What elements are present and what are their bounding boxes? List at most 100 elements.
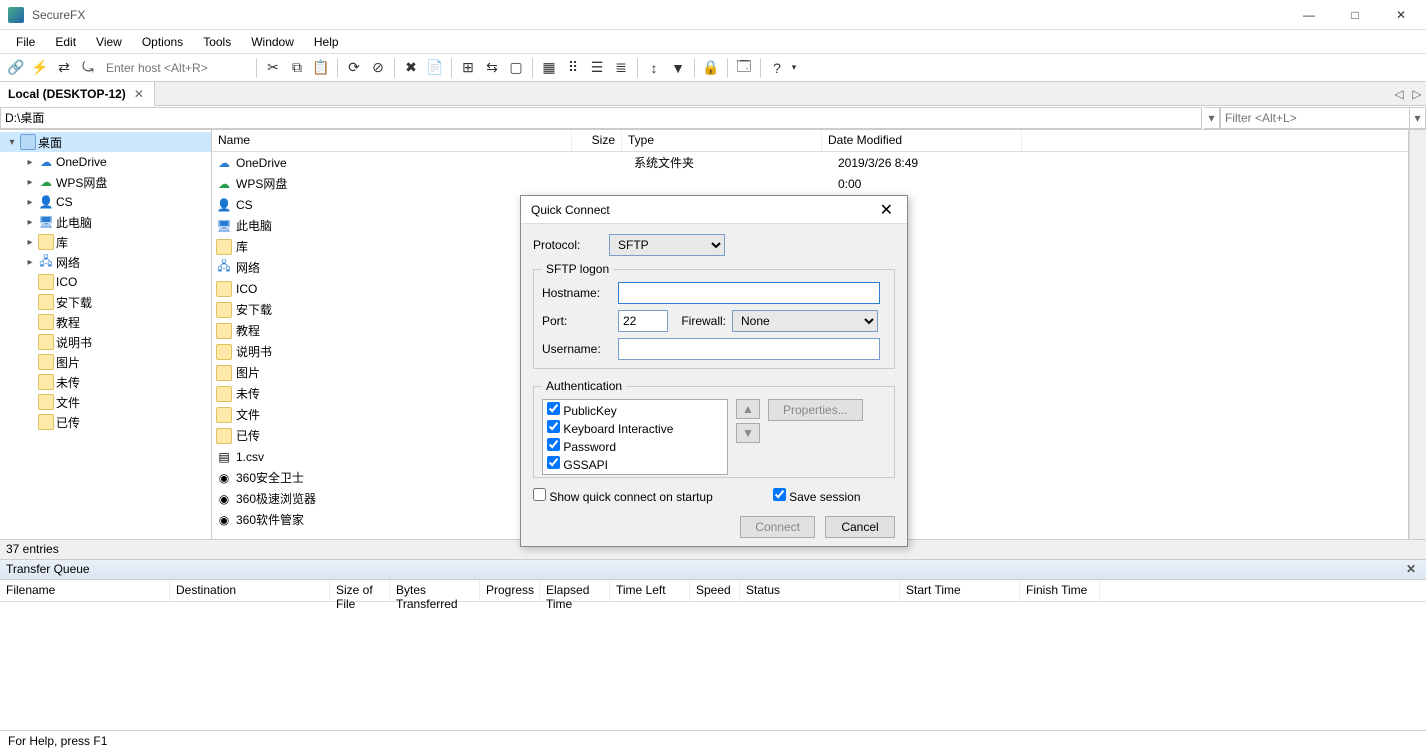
tab-next-icon[interactable]: ▷: [1408, 87, 1426, 101]
tree-item[interactable]: ICO: [0, 272, 211, 292]
tq-col[interactable]: Start Time: [900, 580, 1020, 601]
sftp-logon-group: SFTP logon Hostname: Port: Firewall: Non…: [533, 262, 895, 369]
firewall-select[interactable]: None: [732, 310, 878, 332]
maximize-button[interactable]: □: [1332, 0, 1378, 30]
tree-item[interactable]: ▸库: [0, 232, 211, 252]
file-row[interactable]: ☁OneDrive系统文件夹2019/3/26 8:49: [212, 152, 1408, 173]
list-icon[interactable]: ☰: [585, 56, 609, 80]
menu-view[interactable]: View: [86, 31, 132, 53]
tq-col[interactable]: Size of File: [330, 580, 390, 601]
filter-icon[interactable]: ▼: [666, 56, 690, 80]
auth-method-item[interactable]: Keyboard Interactive: [547, 420, 723, 438]
col-size[interactable]: Size: [572, 130, 622, 151]
refresh-icon[interactable]: ⟳: [342, 56, 366, 80]
path-input[interactable]: [0, 107, 1202, 129]
paste-icon[interactable]: 📋: [309, 56, 333, 80]
copy-icon[interactable]: ⧉: [285, 56, 309, 80]
reconnect-icon[interactable]: ⇄: [52, 56, 76, 80]
help-icon[interactable]: ?: [765, 56, 789, 80]
stop-icon[interactable]: ⊘: [366, 56, 390, 80]
tq-col[interactable]: Status: [740, 580, 900, 601]
tree-item[interactable]: ▾桌面: [0, 132, 211, 152]
settings-icon[interactable]: 🗔: [732, 56, 756, 80]
move-down-button[interactable]: ▼: [736, 423, 760, 443]
protocol-select[interactable]: SFTP: [609, 234, 725, 256]
properties-button[interactable]: Properties...: [768, 399, 863, 421]
tq-col[interactable]: Elapsed Time: [540, 580, 610, 601]
minimize-button[interactable]: —: [1286, 0, 1332, 30]
move-up-button[interactable]: ▲: [736, 399, 760, 419]
menu-help[interactable]: Help: [304, 31, 349, 53]
dialog-close-icon[interactable]: ✕: [876, 200, 897, 220]
tree-item[interactable]: 说明书: [0, 332, 211, 352]
sync-icon[interactable]: ⇆: [480, 56, 504, 80]
hostname-input[interactable]: [618, 282, 880, 304]
tree-item[interactable]: 已传: [0, 412, 211, 432]
menu-edit[interactable]: Edit: [45, 31, 86, 53]
auth-methods-list[interactable]: PublicKey Keyboard Interactive Password …: [542, 399, 728, 475]
cut-icon[interactable]: ✂: [261, 56, 285, 80]
auth-method-item[interactable]: GSSAPI: [547, 456, 723, 474]
filter-input[interactable]: [1220, 107, 1410, 129]
cancel-button[interactable]: Cancel: [825, 516, 895, 538]
tq-col[interactable]: Filename: [0, 580, 170, 601]
folder-tree[interactable]: ▾桌面▸☁OneDrive▸☁WPS网盘▸👤CS▸🖥此电脑▸库▸🖧网络ICO安下…: [0, 130, 212, 539]
menu-window[interactable]: Window: [241, 31, 304, 53]
port-input[interactable]: [618, 310, 668, 332]
tree-item[interactable]: ▸👤CS: [0, 192, 211, 212]
auth-method-item[interactable]: Password: [547, 438, 723, 456]
tree-item[interactable]: ▸☁OneDrive: [0, 152, 211, 172]
file-row[interactable]: ☁WPS网盘0:00: [212, 173, 1408, 194]
delete-icon[interactable]: ✖: [399, 56, 423, 80]
tab-close-icon[interactable]: ✕: [132, 87, 146, 101]
show-on-startup-checkbox[interactable]: Show quick connect on startup: [533, 488, 713, 504]
transfer-queue-header[interactable]: FilenameDestinationSize of FileBytes Tra…: [0, 580, 1426, 602]
tree-item[interactable]: ▸🖥此电脑: [0, 212, 211, 232]
disconnect-icon[interactable]: ⤿: [76, 56, 100, 80]
filter-dropdown-icon[interactable]: ▾: [1410, 107, 1426, 129]
help-dropdown-icon[interactable]: ▾: [789, 56, 799, 80]
small-icons-icon[interactable]: ⠿: [561, 56, 585, 80]
details-icon[interactable]: ≣: [609, 56, 633, 80]
save-session-checkbox[interactable]: Save session: [773, 488, 861, 504]
firewall-label: Firewall:: [674, 314, 726, 328]
tq-col[interactable]: Time Left: [610, 580, 690, 601]
col-name[interactable]: Name: [212, 130, 572, 151]
menu-file[interactable]: File: [6, 31, 45, 53]
menu-options[interactable]: Options: [132, 31, 193, 53]
tree-item[interactable]: 教程: [0, 312, 211, 332]
connect-icon[interactable]: 🔗: [4, 56, 28, 80]
tq-col[interactable]: Speed: [690, 580, 740, 601]
tq-col[interactable]: Bytes Transferred: [390, 580, 480, 601]
tab-prev-icon[interactable]: ◁: [1390, 87, 1408, 101]
auth-method-item[interactable]: PublicKey: [547, 402, 723, 420]
tq-col[interactable]: Progress: [480, 580, 540, 601]
transfer-queue-close-icon[interactable]: ✕: [1402, 562, 1420, 577]
tree-item[interactable]: 未传: [0, 372, 211, 392]
col-type[interactable]: Type: [622, 130, 822, 151]
tree-item[interactable]: 图片: [0, 352, 211, 372]
sort-icon[interactable]: ↕: [642, 56, 666, 80]
tree-item[interactable]: ▸🖧网络: [0, 252, 211, 272]
new-file-icon[interactable]: 📄: [423, 56, 447, 80]
session-tab[interactable]: Local (DESKTOP-12) ✕: [0, 82, 155, 106]
large-icons-icon[interactable]: ▦: [537, 56, 561, 80]
tree-item[interactable]: 安下载: [0, 292, 211, 312]
menu-tools[interactable]: Tools: [193, 31, 241, 53]
window-icon[interactable]: ▢: [504, 56, 528, 80]
username-input[interactable]: [618, 338, 880, 360]
tq-col[interactable]: Finish Time: [1020, 580, 1100, 601]
tree-item[interactable]: 文件: [0, 392, 211, 412]
close-button[interactable]: ✕: [1378, 0, 1424, 30]
host-input[interactable]: [106, 58, 246, 78]
tq-col[interactable]: Destination: [170, 580, 330, 601]
tree-icon[interactable]: ⊞: [456, 56, 480, 80]
tree-item[interactable]: ▸☁WPS网盘: [0, 172, 211, 192]
connect-button[interactable]: Connect: [740, 516, 815, 538]
scrollbar[interactable]: [1409, 130, 1426, 539]
file-list-header[interactable]: Name Size Type Date Modified: [212, 130, 1408, 152]
quick-connect-icon[interactable]: ⚡: [28, 56, 52, 80]
path-dropdown-icon[interactable]: ▾: [1204, 107, 1220, 129]
col-date[interactable]: Date Modified: [822, 130, 1022, 151]
lock-icon[interactable]: 🔒: [699, 56, 723, 80]
